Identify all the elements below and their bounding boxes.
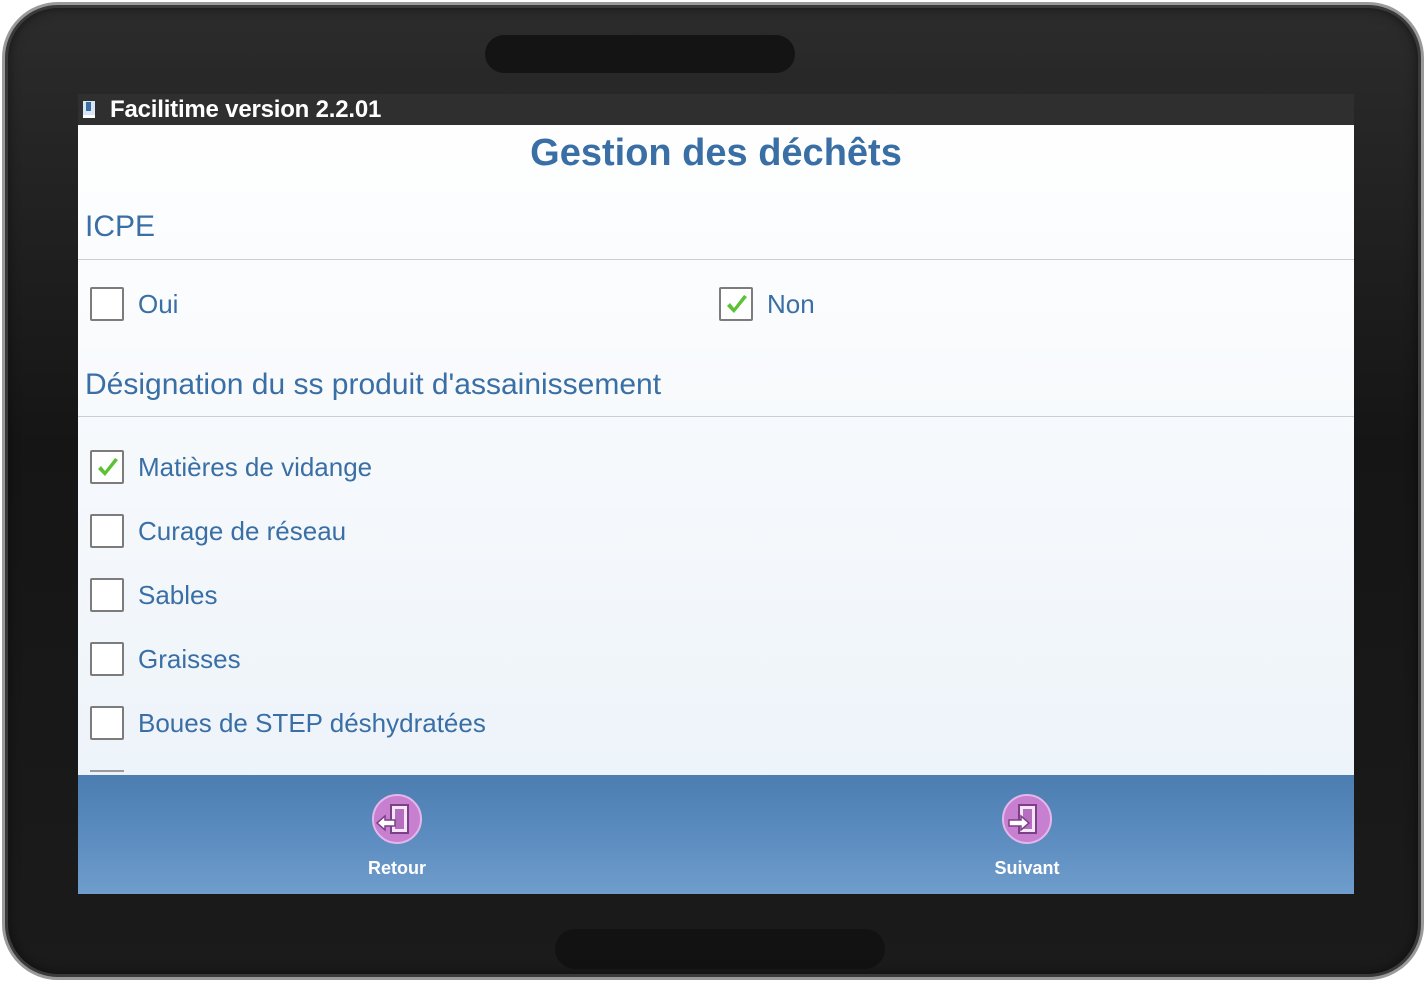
- checkbox-label: Non: [767, 288, 815, 319]
- checkbox[interactable]: [90, 287, 124, 321]
- designation-item-matieres-de-vidange[interactable]: Matières de vidange: [90, 447, 372, 487]
- icpe-option-oui[interactable]: Oui: [90, 284, 178, 324]
- app-screen: Facilitime version 2.2.01 Gestion des dé…: [78, 94, 1354, 894]
- icpe-option-non[interactable]: Non: [719, 284, 815, 324]
- checkbox-label: Sables: [138, 579, 218, 610]
- designation-item-graisses[interactable]: Graisses: [90, 639, 241, 679]
- checkbox[interactable]: [719, 287, 753, 321]
- checkbox-label: Matières de vidange: [138, 451, 373, 482]
- designation-heading: Désignation du ss produit d'assainisseme…: [85, 368, 662, 401]
- back-button[interactable]: Retour: [317, 775, 477, 894]
- checkbox-label: Boues de STEP déshydratées: [138, 707, 486, 738]
- checkbox-label: Oui: [138, 288, 179, 319]
- bottom-speaker: [555, 929, 885, 969]
- checkbox[interactable]: [90, 642, 124, 676]
- app-flag-icon: [82, 100, 96, 119]
- checkbox[interactable]: [90, 514, 124, 548]
- checkbox-label: Curage de réseau: [138, 515, 347, 546]
- checkmark-icon: [727, 295, 747, 313]
- top-speaker: [485, 35, 795, 73]
- checkbox[interactable]: [90, 706, 124, 740]
- app-title: Facilitime version 2.2.01: [110, 95, 382, 123]
- designation-item-curage-de-reseau[interactable]: Curage de réseau: [90, 511, 346, 551]
- divider: [78, 259, 1354, 260]
- next-door-icon: [1001, 793, 1053, 850]
- divider: [78, 416, 1354, 417]
- designation-item-boues-de-step[interactable]: Boues de STEP déshydratées: [90, 703, 486, 743]
- next-button-label: Suivant: [994, 858, 1060, 878]
- checkbox-label: Graisses: [138, 643, 241, 674]
- back-door-icon: [371, 793, 423, 850]
- next-button[interactable]: Suivant: [947, 775, 1107, 894]
- bottom-nav-bar: Retour Suivant: [78, 775, 1354, 894]
- icpe-heading: ICPE: [85, 210, 156, 243]
- page-title: Gestion des déchêts: [530, 132, 902, 174]
- checkbox[interactable]: [90, 450, 124, 484]
- status-bar: Facilitime version 2.2.01: [78, 94, 1354, 125]
- checkbox[interactable]: [90, 578, 124, 612]
- checkmark-icon: [98, 458, 118, 476]
- back-button-label: Retour: [368, 858, 426, 878]
- designation-item-sables[interactable]: Sables: [90, 575, 218, 615]
